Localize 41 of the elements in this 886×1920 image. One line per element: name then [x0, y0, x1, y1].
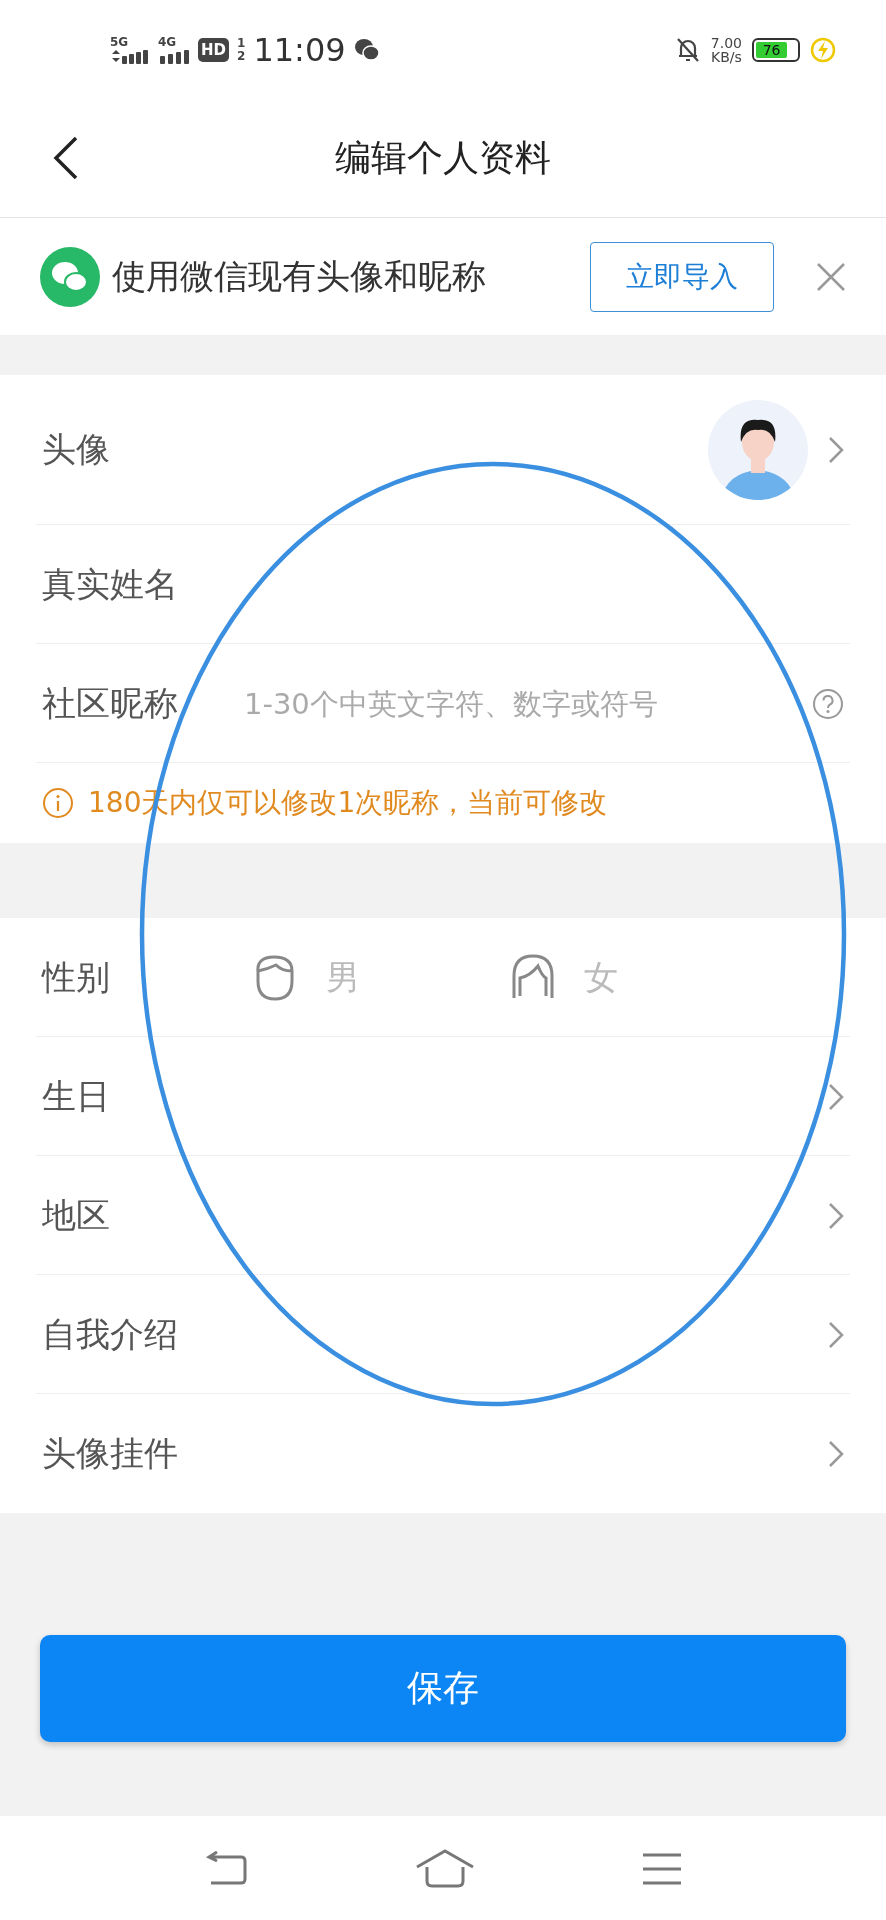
close-icon[interactable]: [816, 261, 846, 292]
battery-percent: 76: [756, 42, 788, 58]
home-icon[interactable]: [415, 1848, 475, 1889]
speed-unit: KB/s: [711, 50, 742, 64]
signal-icon: [110, 48, 150, 64]
clock-time: 11:09: [253, 31, 346, 69]
field-label: 头像挂件: [42, 1431, 179, 1475]
speed-value: 7.00: [710, 36, 742, 50]
chevron-right-icon: [828, 436, 844, 464]
bell-off-icon: [674, 36, 701, 64]
save-button[interactable]: 保存: [40, 1635, 846, 1742]
input-field[interactable]: 1-30个中英文字符、数字或符号: [232, 673, 812, 734]
chevron-right-icon[interactable]: [828, 1201, 844, 1230]
sim-label: 1: [237, 37, 246, 50]
field-label: 社区昵称: [42, 681, 179, 725]
page-title: 编辑个人资料: [335, 136, 551, 180]
field-label: 真实姓名: [42, 562, 179, 606]
lightning-icon: [810, 37, 836, 63]
field-label: 地区: [42, 1193, 111, 1237]
chevron-right-icon[interactable]: [828, 1439, 844, 1468]
gender-option[interactable]: 男: [252, 951, 360, 1004]
signal-icon: [158, 48, 190, 64]
chevron-right-icon[interactable]: [828, 1082, 844, 1111]
hd-badge: HD: [198, 38, 229, 62]
info-icon: [42, 787, 74, 819]
network-label: 5G: [110, 36, 129, 48]
help-icon[interactable]: [812, 687, 844, 720]
field-label: 头像: [42, 428, 111, 471]
chevron-right-icon[interactable]: [828, 1320, 844, 1349]
field-label: 性别: [42, 955, 111, 999]
chat-bubbles-icon: [40, 246, 100, 307]
field-label: 自我介绍: [42, 1312, 179, 1356]
menu-icon[interactable]: [641, 1851, 683, 1886]
network-label: 4G: [158, 36, 177, 48]
chat-bubbles-icon: [353, 38, 380, 62]
back-icon[interactable]: [52, 136, 80, 180]
gender-option[interactable]: 女: [510, 951, 618, 1004]
banner-text: 使用微信现有头像和昵称: [112, 254, 487, 298]
sim-label: 2: [237, 50, 246, 63]
import-button[interactable]: 立即导入: [590, 241, 774, 312]
field-label: 生日: [42, 1074, 111, 1118]
